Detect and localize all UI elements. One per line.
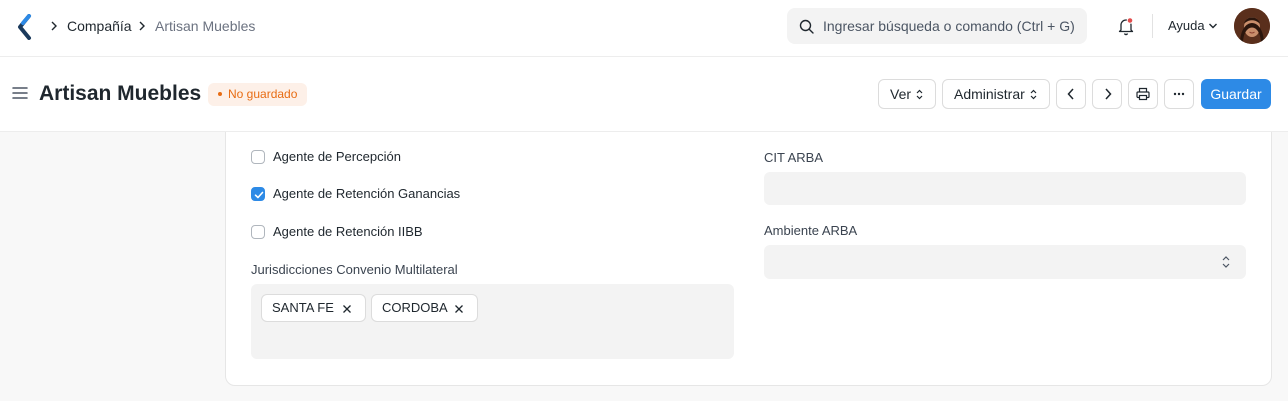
page-header: Artisan Muebles No guardado Ver Administ… xyxy=(0,57,1288,132)
view-button-label: Ver xyxy=(890,86,912,102)
ellipsis-icon xyxy=(1173,92,1185,96)
notification-bell-icon[interactable] xyxy=(1117,17,1135,36)
save-button[interactable]: Guardar xyxy=(1201,79,1271,109)
manage-button-label: Administrar xyxy=(954,86,1025,102)
close-icon[interactable] xyxy=(454,304,464,314)
user-avatar[interactable] xyxy=(1234,8,1270,44)
status-badge-text: No guardado xyxy=(228,87,298,101)
checkbox[interactable] xyxy=(251,150,265,164)
previous-record-button[interactable] xyxy=(1056,79,1086,109)
cit-arba-input[interactable] xyxy=(764,172,1246,205)
sidebar-toggle-icon[interactable] xyxy=(12,86,28,100)
search-input[interactable]: Ingresar búsqueda o comando (Ctrl + G) xyxy=(823,17,1075,35)
tag-label: CORDOBA xyxy=(382,300,448,315)
chevron-right-icon xyxy=(51,21,57,31)
status-badge: No guardado xyxy=(208,83,308,106)
chevron-right-icon xyxy=(1105,88,1112,100)
sort-arrows-icon xyxy=(916,89,923,100)
tag-label: SANTA FE xyxy=(272,300,334,315)
search-icon xyxy=(799,19,814,34)
checkbox-label: Agente de Percepción xyxy=(273,149,401,164)
breadcrumb-company[interactable]: Compañía xyxy=(67,17,132,35)
page-title: Artisan Muebles xyxy=(39,82,202,105)
chevron-down-icon[interactable] xyxy=(1208,22,1218,30)
checkbox-label: Agente de Retención IIBB xyxy=(273,224,423,239)
close-icon[interactable] xyxy=(342,304,352,314)
chevron-right-icon xyxy=(139,21,145,31)
checkbox[interactable] xyxy=(251,225,265,239)
checkbox-label: Agente de Retención Ganancias xyxy=(273,186,461,201)
ambiente-arba-label: Ambiente ARBA xyxy=(764,223,858,238)
ambiente-arba-select[interactable] xyxy=(764,245,1246,279)
jurisdicciones-multiselect[interactable]: SANTA FE CORDOBA xyxy=(251,284,734,359)
tag-pill: SANTA FE xyxy=(261,294,366,322)
search-bar[interactable]: Ingresar búsqueda o comando (Ctrl + G) xyxy=(787,8,1087,44)
navbar: Compañía Artisan Muebles Ingresar búsque… xyxy=(0,0,1288,57)
print-button[interactable] xyxy=(1128,79,1158,109)
printer-icon xyxy=(1136,87,1150,101)
jurisdicciones-label: Jurisdicciones Convenio Multilateral xyxy=(251,262,458,277)
select-arrows-icon xyxy=(1222,256,1230,268)
breadcrumb-current[interactable]: Artisan Muebles xyxy=(155,17,255,35)
navbar-divider xyxy=(1152,14,1153,38)
checkmark-icon xyxy=(254,191,264,199)
status-dot xyxy=(218,91,222,96)
app-logo-icon[interactable] xyxy=(16,14,34,40)
help-dropdown[interactable]: Ayuda xyxy=(1168,18,1205,34)
checkbox-checked[interactable] xyxy=(251,187,265,201)
cit-arba-label: CIT ARBA xyxy=(764,150,824,165)
next-record-button[interactable] xyxy=(1092,79,1122,109)
chevron-left-icon xyxy=(1067,88,1074,100)
view-button[interactable]: Ver xyxy=(878,79,936,109)
manage-button[interactable]: Administrar xyxy=(942,79,1050,109)
tag-pill: CORDOBA xyxy=(371,294,478,322)
more-options-button[interactable] xyxy=(1164,79,1194,109)
sort-arrows-icon xyxy=(1030,89,1037,100)
